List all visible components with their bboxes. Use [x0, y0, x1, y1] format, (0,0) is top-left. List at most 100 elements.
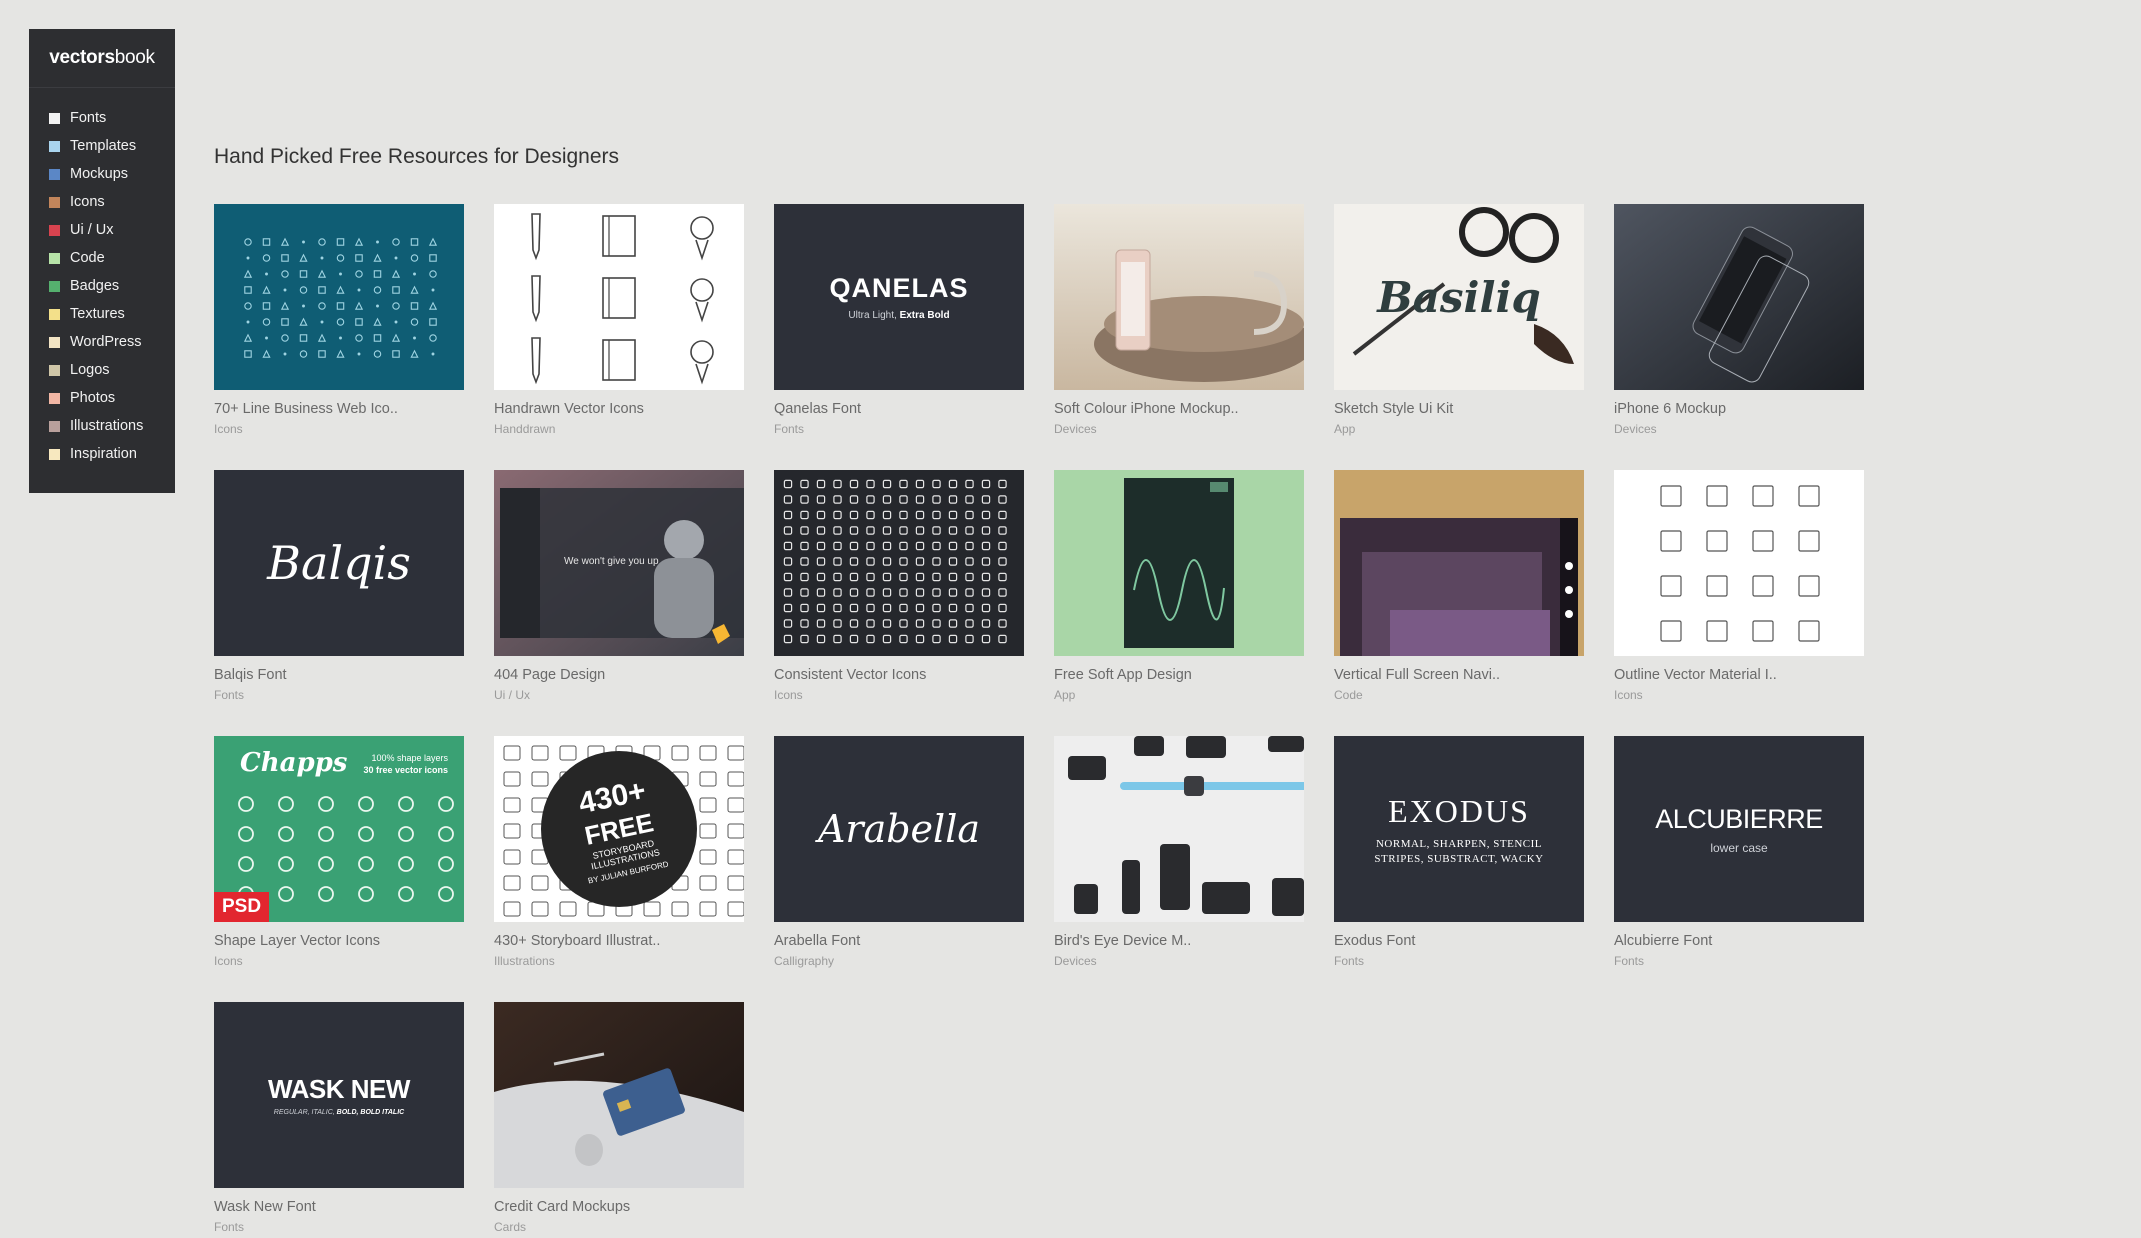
resource-title[interactable]: Exodus Font — [1334, 933, 1584, 949]
nav-item-label: Inspiration — [70, 446, 137, 462]
resource-card[interactable]: Free Soft App Design App — [1054, 470, 1304, 702]
resource-card[interactable]: Basiliq Sketch Style Ui Kit App — [1334, 204, 1584, 436]
resource-card[interactable]: EXODUS NORMAL, SHARPEN, STENCIL STRIPES, S… — [1334, 736, 1584, 968]
nav-item-templates[interactable]: Templates — [29, 132, 175, 160]
nav-item-fonts[interactable]: Fonts — [29, 104, 175, 132]
resource-category: Fonts — [1614, 954, 1645, 968]
resource-thumbnail[interactable]: Basiliq — [1334, 204, 1584, 390]
resource-thumbnail[interactable] — [1054, 470, 1304, 656]
kit-name-text: Basiliq — [1377, 272, 1541, 322]
resource-card[interactable]: Soft Colour iPhone Mockup.. Devices — [1054, 204, 1304, 436]
nav-item-label: Fonts — [70, 110, 107, 126]
resource-category: Icons — [1614, 688, 1643, 702]
resource-thumbnail[interactable]: Chapps 100% shape layers 30 free vector ic… — [214, 736, 464, 922]
resource-card[interactable]: Bird's Eye Device M.. Devices — [1054, 736, 1304, 968]
nav-item-badges[interactable]: Badges — [29, 272, 175, 300]
resource-title[interactable]: Consistent Vector Icons — [774, 667, 1024, 683]
resource-card[interactable]: Chapps 100% shape layers 30 free vector ic… — [214, 736, 464, 968]
resource-title[interactable]: iPhone 6 Mockup — [1614, 401, 1864, 417]
nav-item-label: Templates — [70, 138, 137, 154]
nav-item-ui-ux[interactable]: Ui / Ux — [29, 216, 175, 244]
resource-title[interactable]: Qanelas Font — [774, 401, 1024, 417]
nav-item-mockups[interactable]: Mockups — [29, 160, 175, 188]
resource-thumbnail[interactable]: We won't give you up — [494, 470, 744, 656]
resource-title[interactable]: Wask New Font — [214, 1199, 464, 1215]
resource-title[interactable]: 70+ Line Business Web Ico.. — [214, 401, 464, 417]
resource-thumbnail[interactable]: Arabella — [774, 736, 1024, 922]
resource-thumbnail[interactable]: WASK NEW REGULAR, ITALIC, BOLD, BOLD ITAL… — [214, 1002, 464, 1188]
resource-thumbnail[interactable] — [494, 1002, 744, 1188]
resource-thumbnail[interactable]: QANELAS Ultra Light, Extra Bold — [774, 204, 1024, 390]
resource-category: Calligraphy — [774, 954, 835, 968]
resource-thumbnail[interactable] — [1054, 204, 1304, 390]
resource-title[interactable]: Outline Vector Material I.. — [1614, 667, 1864, 683]
resource-thumbnail[interactable] — [214, 204, 464, 390]
resource-card[interactable]: Arabella Arabella Font Calligraphy — [774, 736, 1024, 968]
resource-title[interactable]: Sketch Style Ui Kit — [1334, 401, 1584, 417]
resource-title[interactable]: Soft Colour iPhone Mockup.. — [1054, 401, 1304, 417]
resource-title[interactable]: Alcubierre Font — [1614, 933, 1864, 949]
category-color-swatch — [49, 140, 60, 152]
resource-card[interactable]: 430+ FREE STORYBOARD ILLUSTRATIONS BY JULIA… — [494, 736, 744, 968]
resource-category: Fonts — [774, 422, 805, 436]
resource-card[interactable]: QANELAS Ultra Light, Extra Bold Qanelas Fo… — [774, 204, 1024, 436]
resource-title[interactable]: 430+ Storyboard Illustrat.. — [494, 933, 744, 949]
nav-item-label: Ui / Ux — [70, 222, 114, 238]
resource-card[interactable]: iPhone 6 Mockup Devices — [1614, 204, 1864, 436]
nav-item-logos[interactable]: Logos — [29, 356, 175, 384]
nav-item-photos[interactable]: Photos — [29, 384, 175, 412]
resource-thumbnail[interactable]: Balqis — [214, 470, 464, 656]
resource-thumbnail[interactable] — [774, 470, 1024, 656]
resource-thumbnail[interactable] — [1054, 736, 1304, 922]
resource-card[interactable]: Consistent Vector Icons Icons — [774, 470, 1024, 702]
resource-card[interactable]: WASK NEW REGULAR, ITALIC, BOLD, BOLD ITAL… — [214, 1002, 464, 1234]
resource-card[interactable]: ALCUBIERRE lower case Alcubierre Font Fonts — [1614, 736, 1864, 968]
category-color-swatch — [49, 196, 60, 208]
resource-card[interactable]: Handrawn Vector Icons Handdrawn — [494, 204, 744, 436]
nav-item-code[interactable]: Code — [29, 244, 175, 272]
nav-item-label: Badges — [70, 278, 120, 294]
resource-title[interactable]: Arabella Font — [774, 933, 1024, 949]
category-color-swatch — [49, 448, 60, 460]
resource-title[interactable]: Credit Card Mockups — [494, 1199, 744, 1215]
resource-thumbnail[interactable]: ALCUBIERRE lower case — [1614, 736, 1864, 922]
resource-thumbnail[interactable]: 430+ FREE STORYBOARD ILLUSTRATIONS BY JULIA… — [494, 736, 744, 922]
site-logo[interactable]: vectors book — [29, 29, 175, 88]
resource-thumbnail[interactable] — [494, 204, 744, 390]
resource-title[interactable]: Balqis Font — [214, 667, 464, 683]
resource-thumbnail[interactable] — [1614, 470, 1864, 656]
tagline-text: 100% shape layers — [371, 753, 448, 763]
resource-card[interactable]: Outline Vector Material I.. Icons — [1614, 470, 1864, 702]
nav-item-textures[interactable]: Textures — [29, 300, 175, 328]
resource-title[interactable]: Free Soft App Design — [1054, 667, 1304, 683]
resource-card[interactable]: 70+ Line Business Web Ico.. Icons — [214, 204, 464, 436]
resource-title[interactable]: Handrawn Vector Icons — [494, 401, 744, 417]
tagline-bold-text: 30 free vector icons — [363, 765, 448, 775]
resource-title[interactable]: Shape Layer Vector Icons — [214, 933, 464, 949]
resource-thumbnail[interactable]: EXODUS NORMAL, SHARPEN, STENCIL STRIPES, S… — [1334, 736, 1584, 922]
nav-item-wordpress[interactable]: WordPress — [29, 328, 175, 356]
nav-item-label: WordPress — [70, 334, 142, 350]
resource-category: Fonts — [1334, 954, 1365, 968]
resource-title[interactable]: Vertical Full Screen Navi.. — [1334, 667, 1584, 683]
font-case-text: lower case — [1710, 840, 1768, 855]
resource-thumbnail[interactable] — [1334, 470, 1584, 656]
category-color-swatch — [49, 308, 60, 320]
resource-card[interactable]: Balqis Balqis Font Fonts — [214, 470, 464, 702]
category-color-swatch — [49, 112, 60, 124]
resource-title[interactable]: Bird's Eye Device M.. — [1054, 933, 1304, 949]
nav-item-inspiration[interactable]: Inspiration — [29, 440, 175, 468]
font-weights-bold-text: Extra Bold — [899, 310, 950, 321]
nav-item-icons[interactable]: Icons — [29, 188, 175, 216]
font-name-text: WASK NEW — [268, 1074, 410, 1104]
resource-title[interactable]: 404 Page Design — [494, 667, 744, 683]
nav-item-illustrations[interactable]: Illustrations — [29, 412, 175, 440]
resource-card[interactable]: We won't give you up 404 Page Design Ui / … — [494, 470, 744, 702]
font-name-text: Arabella — [817, 807, 981, 851]
resource-card[interactable]: Credit Card Mockups Cards — [494, 1002, 744, 1234]
resource-card[interactable]: Vertical Full Screen Navi.. Code — [1334, 470, 1584, 702]
resource-category: Ui / Ux — [494, 688, 530, 702]
category-color-swatch — [49, 280, 60, 292]
resource-thumbnail[interactable] — [1614, 204, 1864, 390]
psd-badge: PSD — [214, 892, 270, 922]
